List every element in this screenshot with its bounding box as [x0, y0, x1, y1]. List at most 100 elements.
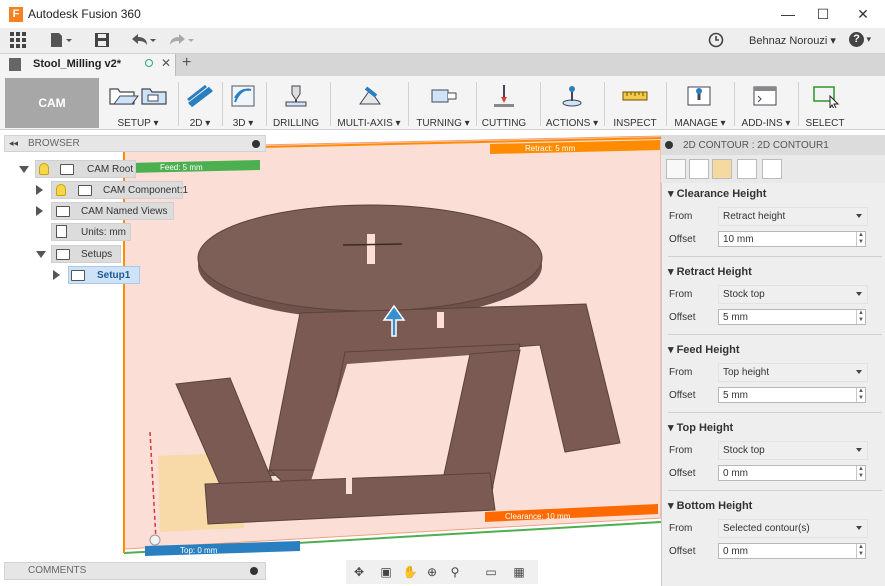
feed-height-section[interactable]: ▾ Feed Height — [668, 343, 740, 363]
minimize-button[interactable]: — — [773, 4, 803, 24]
manage-group[interactable]: MANAGE ▾ — [670, 80, 730, 129]
tree-label: CAM Named Views — [81, 206, 168, 217]
user-name: Behnaz Norouzi — [749, 35, 828, 47]
help-menu[interactable]: ? ▾ — [849, 32, 877, 48]
ribbon-separator — [178, 82, 179, 126]
clearance-offset-input[interactable]: 10 mm ▲ ▼ — [718, 231, 866, 247]
select-value: Selected contour(s) — [723, 523, 810, 534]
select-cursor-icon — [813, 86, 840, 108]
save-icon[interactable] — [94, 32, 110, 48]
setup-group[interactable]: SETUP ▾ — [104, 80, 172, 129]
setup-icon — [109, 88, 167, 105]
collapse-browser-icon[interactable]: ◂◂ — [9, 138, 18, 149]
dialog-collapse-icon[interactable] — [665, 141, 673, 149]
job-status-clock-icon[interactable] — [708, 32, 724, 48]
visibility-bulb-icon[interactable] — [39, 163, 49, 175]
2d-group[interactable]: 2D ▾ — [181, 80, 219, 129]
data-panel-grid-icon[interactable] — [10, 32, 26, 48]
bottom-from-select[interactable]: Selected contour(s) — [718, 519, 868, 538]
select-value: Retract height — [723, 211, 786, 222]
multi-axis-label: MULTI-AXIS ▾ — [337, 118, 401, 129]
inspect-group[interactable]: INSPECT — [608, 80, 662, 129]
ribbon-separator — [476, 82, 477, 126]
pan-hand-icon[interactable]: ✋ — [401, 563, 419, 581]
retract-offset-input[interactable]: 5 mm ▲ ▼ — [718, 309, 866, 325]
cutting-label: CUTTING — [481, 118, 527, 129]
multi-axis-group[interactable]: MULTI-AXIS ▾ — [334, 80, 404, 129]
spinner-icon[interactable]: ▲ ▼ — [856, 466, 865, 480]
orbit-icon[interactable]: ✥ — [350, 563, 368, 581]
turning-group[interactable]: TURNING ▾ — [412, 80, 474, 129]
add-ins-group[interactable]: ADD-INS ▾ — [738, 80, 794, 129]
close-tab-icon[interactable]: ✕ — [161, 56, 171, 70]
display-settings-icon[interactable]: ▭ — [482, 563, 500, 581]
clearance-from-select[interactable]: Retract height — [718, 207, 868, 226]
top-offset-input[interactable]: 0 mm ▲ ▼ — [718, 465, 866, 481]
maximize-button[interactable]: ☐ — [808, 4, 838, 24]
field-label: Offset — [669, 312, 696, 323]
input-value: 0 mm — [723, 468, 748, 479]
field-label: Offset — [669, 468, 696, 479]
close-button[interactable]: ✕ — [848, 4, 878, 24]
top-height-section[interactable]: ▾ Top Height — [668, 421, 733, 441]
expand-component-icon[interactable] — [36, 185, 43, 195]
document-settings-icon — [56, 225, 67, 238]
user-account-menu[interactable]: Behnaz Norouzi ▾ — [749, 34, 836, 47]
clearance-height-section[interactable]: ▾ Clearance Height — [668, 187, 766, 207]
dropdown-arrow-icon — [856, 292, 862, 296]
redo-icon[interactable] — [168, 32, 196, 48]
workspace-switcher[interactable]: CAM — [5, 78, 99, 128]
top-slot — [437, 312, 444, 328]
turning-label: TURNING ▾ — [416, 118, 470, 129]
tab-passes[interactable] — [737, 159, 757, 179]
tree-label: CAM Root — [87, 164, 134, 175]
spinner-icon[interactable]: ▲ ▼ — [856, 232, 865, 246]
tab-tool[interactable] — [666, 159, 686, 179]
look-at-icon[interactable]: ▣ — [377, 563, 395, 581]
drilling-group[interactable]: DRILLING — [270, 80, 322, 129]
section-title: Retract Height — [676, 266, 752, 278]
expand-setup1-icon[interactable] — [53, 270, 60, 280]
ribbon-separator — [222, 82, 223, 126]
spinner-icon[interactable]: ▲ ▼ — [856, 310, 865, 324]
retract-height-section[interactable]: ▾ Retract Height — [668, 265, 752, 285]
tree-label: Setups — [81, 249, 113, 260]
expand-named-views-icon[interactable] — [36, 206, 43, 216]
zoom-icon[interactable]: ⊕ — [423, 563, 441, 581]
actions-icon — [562, 86, 582, 107]
undo-icon[interactable] — [130, 32, 158, 48]
comments-expand-icon[interactable] — [250, 567, 258, 575]
fit-zoom-icon[interactable]: ⚲ — [446, 563, 464, 581]
browser-pin-icon[interactable] — [252, 140, 260, 148]
bottom-offset-input[interactable]: 0 mm ▲ ▼ — [718, 543, 866, 559]
tab-linking[interactable] — [762, 159, 782, 179]
cutting-icon — [494, 85, 514, 107]
actions-group[interactable]: ACTIONS ▾ — [544, 80, 600, 129]
new-tab-icon[interactable]: + — [182, 54, 191, 72]
select-group[interactable]: SELECT — [802, 80, 848, 129]
field-label: From — [669, 445, 693, 456]
file-menu-icon[interactable] — [50, 32, 72, 48]
input-value: 5 mm — [723, 390, 748, 401]
drilling-label: DRILLING — [272, 118, 320, 129]
feed-offset-input[interactable]: 5 mm ▲ ▼ — [718, 387, 866, 403]
feed-height-label: Feed: 5 mm — [160, 163, 203, 172]
feed-from-select[interactable]: Top height — [718, 363, 868, 382]
tab-heights[interactable] — [712, 159, 732, 179]
cutting-group[interactable]: CUTTING — [480, 80, 528, 129]
ribbon-separator — [798, 82, 799, 126]
visibility-bulb-icon[interactable] — [56, 184, 66, 196]
dropdown-arrow-icon — [856, 448, 862, 452]
spinner-icon[interactable]: ▲ ▼ — [856, 544, 865, 558]
grid-settings-icon[interactable]: ▦ — [510, 563, 528, 581]
spinner-icon[interactable]: ▲ ▼ — [856, 388, 865, 402]
bottom-height-section[interactable]: ▾ Bottom Height — [668, 499, 752, 519]
select-label: SELECT — [805, 118, 845, 129]
3d-group[interactable]: 3D ▾ — [224, 80, 262, 129]
top-from-select[interactable]: Stock top — [718, 441, 868, 460]
field-label: Offset — [669, 390, 696, 401]
expand-setups-icon[interactable] — [36, 251, 46, 258]
expand-cam-root-icon[interactable] — [19, 166, 29, 173]
tab-geometry[interactable] — [689, 159, 709, 179]
retract-from-select[interactable]: Stock top — [718, 285, 868, 304]
